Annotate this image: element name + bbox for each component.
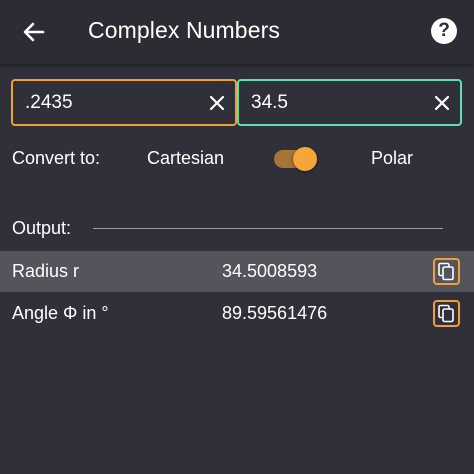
close-icon — [209, 95, 225, 111]
back-button[interactable] — [18, 16, 50, 48]
help-circle-icon: ? — [438, 20, 450, 41]
cartesian-option[interactable]: Cartesian — [147, 148, 224, 169]
angle-label: Angle Φ in ° — [12, 303, 109, 323]
copy-angle-button[interactable] — [433, 300, 460, 327]
imaginary-input-field — [237, 79, 462, 126]
convert-label: Convert to: — [12, 148, 101, 168]
page-title: Complex Numbers — [88, 17, 280, 43]
app-bar: Complex Numbers ? — [0, 0, 474, 64]
output-row-angle[interactable]: Angle Φ in ° 89.59561476 — [0, 293, 474, 334]
radius-label: Radius r — [12, 261, 80, 281]
polar-option[interactable]: Polar — [371, 148, 413, 169]
angle-value: 89.59561476 — [222, 303, 328, 323]
real-input-field — [11, 79, 237, 126]
clear-imaginary-button[interactable] — [431, 92, 453, 114]
output-label: Output: — [12, 218, 72, 238]
output-divider — [93, 228, 443, 229]
convert-toggle[interactable] — [273, 146, 319, 172]
copy-icon — [438, 304, 454, 323]
copy-icon — [438, 262, 454, 281]
close-icon — [434, 95, 450, 111]
toggle-thumb — [293, 147, 317, 171]
arrow-left-icon — [23, 22, 45, 42]
help-button[interactable]: ? — [431, 18, 457, 44]
imaginary-input[interactable] — [251, 90, 421, 116]
output-row-radius[interactable]: Radius r 34.5008593 — [0, 251, 474, 292]
copy-radius-button[interactable] — [433, 258, 460, 285]
clear-real-button[interactable] — [206, 92, 228, 114]
real-input[interactable] — [25, 90, 195, 116]
radius-value: 34.5008593 — [222, 261, 318, 281]
